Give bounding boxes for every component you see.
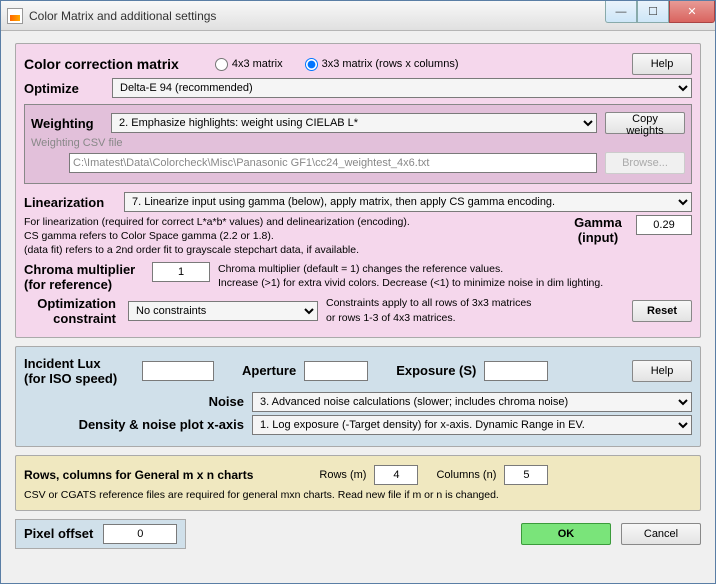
- weighting-box: Weighting 2. Emphasize highlights: weigh…: [24, 104, 692, 184]
- chroma-notes: Chroma multiplier (default = 1) changes …: [218, 262, 692, 290]
- help-button[interactable]: Help: [632, 53, 692, 75]
- pixel-offset-box: Pixel offset: [15, 519, 186, 549]
- radio-3x3-matrix[interactable]: 3x3 matrix (rows x columns): [305, 58, 459, 71]
- pixel-offset-label: Pixel offset: [24, 526, 93, 541]
- pixel-offset-input[interactable]: [103, 524, 177, 544]
- radio-3x3-label: 3x3 matrix (rows x columns): [322, 58, 459, 70]
- gamma-input[interactable]: [636, 215, 692, 235]
- chroma-multiplier-input[interactable]: [152, 262, 210, 282]
- optimization-constraint-select[interactable]: No constraints: [128, 301, 318, 321]
- weighting-csv-label: Weighting CSV file: [31, 137, 123, 149]
- gamma-label: Gamma (input): [568, 215, 628, 245]
- weighting-csv-input: [69, 153, 597, 173]
- ok-button[interactable]: OK: [521, 523, 611, 545]
- general-charts-title: Rows, columns for General m x n charts: [24, 468, 253, 482]
- aperture-label: Aperture: [242, 363, 296, 378]
- noise-label: Noise: [24, 394, 244, 409]
- density-label: Density & noise plot x-axis: [24, 417, 244, 432]
- weighting-label: Weighting: [31, 116, 103, 131]
- exposure-noise-group: Incident Lux (for ISO speed) Aperture Ex…: [15, 346, 701, 447]
- lin-note-3: (data fit) refers to a 2nd order fit to …: [24, 243, 560, 257]
- ccm-header: Color correction matrix: [24, 56, 179, 72]
- linearization-select[interactable]: 7. Linearize input using gamma (below), …: [124, 192, 692, 212]
- chroma-multiplier-label: Chroma multiplier (for reference): [24, 262, 144, 292]
- linearization-label: Linearization: [24, 195, 116, 210]
- optimization-constraint-label: Optimization constraint: [24, 296, 120, 326]
- rows-label: Rows (m): [319, 469, 366, 481]
- color-correction-matrix-group: Color correction matrix 4x3 matrix 3x3 m…: [15, 43, 701, 338]
- linearization-notes: For linearization (required for correct …: [24, 215, 560, 258]
- weighting-select[interactable]: 2. Emphasize highlights: weight using CI…: [111, 113, 597, 133]
- browse-button: Browse...: [605, 152, 685, 174]
- exposure-help-button[interactable]: Help: [632, 360, 692, 382]
- radio-4x3-label: 4x3 matrix: [232, 58, 283, 70]
- density-select[interactable]: 1. Log exposure (-Target density) for x-…: [252, 415, 692, 435]
- close-button[interactable]: ✕: [669, 1, 715, 23]
- noise-select[interactable]: 3. Advanced noise calculations (slower; …: [252, 392, 692, 412]
- titlebar: Color Matrix and additional settings — ☐…: [1, 1, 715, 31]
- incident-lux-input[interactable]: [142, 361, 214, 381]
- incident-lux-label: Incident Lux (for ISO speed): [24, 356, 134, 386]
- optimize-label: Optimize: [24, 81, 104, 96]
- columns-input[interactable]: [504, 465, 548, 485]
- aperture-input[interactable]: [304, 361, 368, 381]
- lin-note-1: For linearization (required for correct …: [24, 215, 560, 229]
- optimize-select[interactable]: Delta-E 94 (recommended): [112, 78, 692, 98]
- radio-4x3-input[interactable]: [215, 58, 228, 71]
- minimize-button[interactable]: —: [605, 1, 637, 23]
- radio-3x3-input[interactable]: [305, 58, 318, 71]
- copy-weights-button[interactable]: Copy weights: [605, 112, 685, 134]
- optimization-constraint-note: Constraints apply to all rows of 3x3 mat…: [326, 296, 624, 324]
- reset-button[interactable]: Reset: [632, 300, 692, 322]
- window-title: Color Matrix and additional settings: [29, 9, 605, 23]
- general-charts-note: CSV or CGATS reference files are require…: [24, 488, 692, 502]
- maximize-button[interactable]: ☐: [637, 1, 669, 23]
- columns-label: Columns (n): [436, 469, 496, 481]
- app-icon: [7, 8, 23, 24]
- rows-input[interactable]: [374, 465, 418, 485]
- chroma-note-1: Chroma multiplier (default = 1) changes …: [218, 262, 692, 276]
- radio-4x3-matrix[interactable]: 4x3 matrix: [215, 58, 283, 71]
- general-charts-group: Rows, columns for General m x n charts R…: [15, 455, 701, 511]
- exposure-input[interactable]: [484, 361, 548, 381]
- cancel-button[interactable]: Cancel: [621, 523, 701, 545]
- exposure-label: Exposure (S): [396, 363, 476, 378]
- window-frame: Color Matrix and additional settings — ☐…: [0, 0, 716, 584]
- lin-note-2: CS gamma refers to Color Space gamma (2.…: [24, 229, 560, 243]
- chroma-note-2: Increase (>1) for extra vivid colors. De…: [218, 276, 692, 290]
